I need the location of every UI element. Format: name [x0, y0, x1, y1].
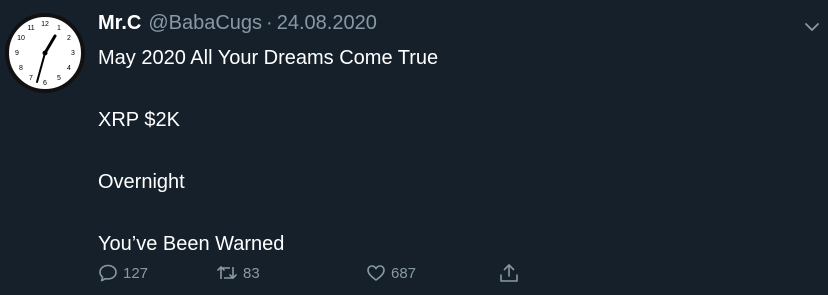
heart-icon: [367, 265, 385, 281]
clock-numeral: 11: [27, 25, 34, 32]
tweet-line: You’ve Been Warned: [98, 233, 285, 255]
clock-numeral: 8: [19, 65, 23, 72]
tweet-text: May 2020 All Your Dreams Come True XRP $…: [98, 46, 798, 294]
retweet-count: 83: [243, 264, 260, 282]
clock-numeral: 9: [15, 50, 19, 57]
like-button[interactable]: 687: [366, 262, 416, 284]
clock-numeral: 1: [57, 25, 61, 32]
clock-numeral: 12: [41, 21, 49, 28]
clock-numeral: 2: [67, 35, 71, 42]
clock-numeral: 4: [67, 65, 71, 72]
author-handle[interactable]: @BabaCugs: [148, 12, 262, 35]
tweet-line: Overnight: [98, 171, 185, 193]
clock-numeral: 5: [57, 75, 61, 82]
speech-bubble-icon: [99, 264, 117, 282]
clock-numeral: 3: [71, 50, 75, 57]
tweet-line: XRP $2K: [98, 109, 180, 131]
tweet-line: May 2020 All Your Dreams Come True: [98, 47, 439, 69]
share-upload-icon: [500, 264, 518, 282]
retweet-button[interactable]: 83: [216, 262, 260, 284]
reply-button[interactable]: 127: [98, 262, 148, 284]
separator: ·: [266, 12, 273, 34]
wall-clock-icon: 12 1 2 3 4 5 6 7 8 9 10 11: [5, 13, 85, 93]
chevron-down-icon: [805, 23, 819, 31]
tweet[interactable]: 12 1 2 3 4 5 6 7 8 9 10 11 Mr.C @BabaCug…: [0, 0, 828, 295]
tweet-date[interactable]: 24.08.2020: [277, 12, 377, 35]
clock-numeral: 6: [43, 80, 47, 87]
tweet-menu-button[interactable]: [804, 20, 820, 32]
clock-numeral: 7: [29, 75, 33, 82]
clock-numeral: 10: [17, 35, 25, 42]
retweet-arrows-icon: [217, 266, 237, 279]
tweet-actions: 127 83 687: [98, 262, 538, 284]
avatar[interactable]: 12 1 2 3 4 5 6 7 8 9 10 11: [4, 12, 86, 94]
share-button[interactable]: [498, 262, 525, 284]
reply-count: 127: [123, 264, 149, 282]
like-count: 687: [391, 264, 417, 282]
author-name[interactable]: Mr.C: [98, 12, 141, 35]
tweet-header: Mr.C @BabaCugs · 24.08.2020: [98, 12, 377, 38]
